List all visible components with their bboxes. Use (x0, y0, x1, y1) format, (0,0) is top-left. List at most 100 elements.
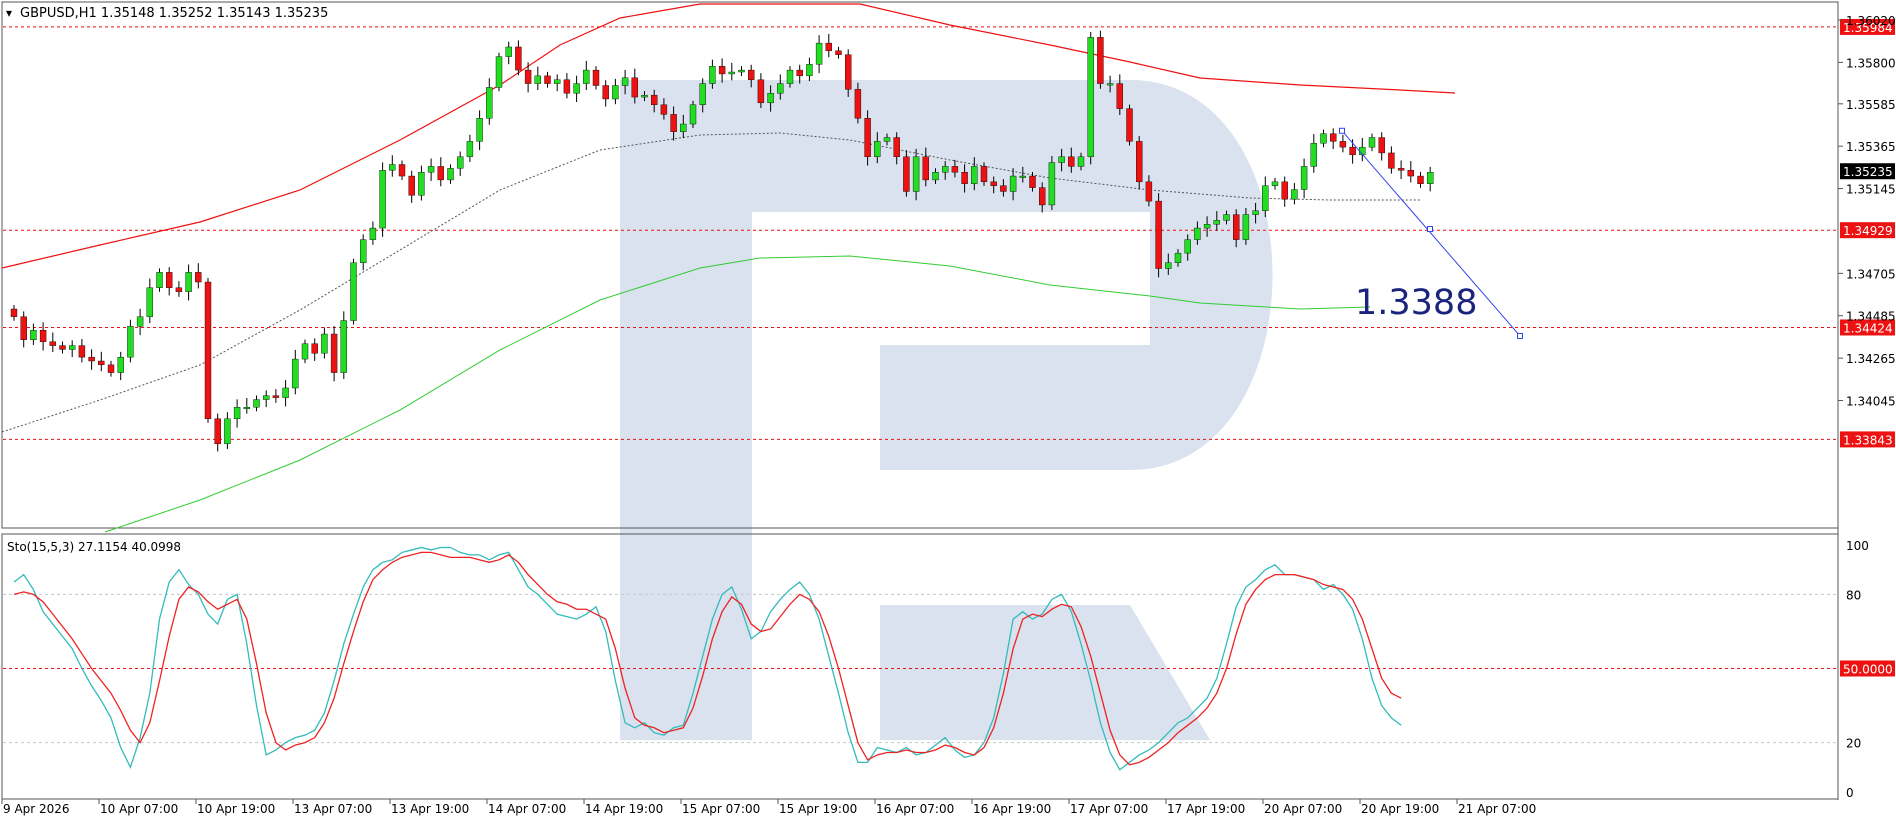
candle-body (360, 239, 367, 263)
stochastic-axis-label: 100 (1846, 539, 1869, 553)
candle-body (1368, 137, 1376, 148)
candle (398, 160, 406, 181)
candle (107, 360, 115, 377)
candle-body (573, 83, 580, 94)
stochastic-axis-label: 50.0000 (1843, 663, 1893, 677)
candle (544, 71, 551, 88)
candle (59, 341, 66, 354)
candle (418, 165, 425, 201)
price-axis-label: 1.35365 (1846, 140, 1896, 154)
candle-body (1184, 239, 1191, 254)
candle-body (563, 79, 571, 94)
candle-body (1339, 141, 1347, 148)
candle (738, 66, 745, 77)
candle-body (146, 287, 154, 317)
forecast-anchor-handle[interactable] (1517, 332, 1523, 339)
candle-body (49, 341, 56, 346)
candle-body (204, 281, 212, 420)
candle (379, 162, 386, 237)
candle-body (631, 77, 638, 98)
candle-body (1271, 181, 1279, 186)
candle-body (796, 69, 803, 77)
candle (292, 349, 299, 395)
candle-body (195, 272, 202, 283)
level-price-label: 1.33843 (1843, 433, 1893, 447)
candle (476, 110, 483, 151)
candle-body (486, 87, 493, 119)
forecast-anchor-handle[interactable] (1339, 127, 1345, 134)
candle-body (292, 358, 299, 389)
candle (689, 100, 697, 129)
candle-body (263, 395, 270, 400)
candle (10, 304, 18, 321)
candle (204, 278, 212, 423)
candle (1135, 136, 1143, 190)
candle-body (495, 56, 503, 88)
candle-body (942, 166, 949, 173)
candle-body (1077, 156, 1085, 167)
candle-body (1038, 187, 1046, 206)
candle (563, 73, 571, 99)
candle-body (1106, 83, 1114, 86)
time-axis-label: 9 Apr 2026 (3, 802, 70, 816)
candle-body (1329, 133, 1337, 142)
candle-body (282, 387, 289, 398)
time-axis-label: 17 Apr 07:00 (1070, 802, 1148, 816)
chart-window[interactable]: ▾ 1.35984 1.34929 1.34424 1.33843 1.36020 1.35… (0, 0, 1896, 820)
time-axis-label: 15 Apr 19:00 (779, 802, 857, 816)
candle-body (243, 407, 251, 409)
candle-body (757, 79, 765, 104)
candle (505, 41, 512, 65)
candle-body (214, 418, 221, 445)
candle (78, 338, 86, 363)
candle (330, 326, 338, 382)
candle-body (1029, 175, 1036, 188)
candle-body (883, 137, 891, 142)
candle-body (1048, 162, 1056, 206)
candle (554, 74, 561, 92)
candle (301, 339, 309, 364)
candle-body (1262, 185, 1269, 211)
candle-body (1165, 262, 1172, 269)
stochastic-axis-label: 80 (1846, 588, 1861, 602)
candle-body (534, 75, 541, 84)
candle-body (971, 166, 978, 184)
price-axis-label: 1.35585 (1846, 98, 1896, 112)
candle-body (1135, 141, 1143, 183)
candle-body (845, 54, 852, 90)
candle (88, 349, 95, 370)
candle (437, 157, 444, 187)
candle-body (1145, 181, 1153, 202)
candle-body (311, 343, 318, 354)
candle (1300, 158, 1308, 199)
candle-body (515, 46, 522, 71)
candle-body (1019, 175, 1026, 178)
candle (1310, 134, 1318, 173)
candle-body (903, 156, 910, 192)
candle-body (30, 329, 37, 341)
candle (214, 413, 221, 452)
candle (263, 390, 270, 408)
candle (1281, 176, 1288, 207)
candle-body (961, 171, 968, 184)
candle-body (602, 85, 609, 100)
symbol-menu-icon[interactable]: ▾ (6, 6, 12, 20)
candle-body (738, 69, 745, 73)
candle (534, 66, 541, 90)
candle-body (1213, 220, 1221, 225)
candle-body (670, 114, 677, 132)
candle-body (815, 42, 823, 65)
candle (272, 389, 280, 403)
candle-body (1126, 108, 1133, 142)
candle-body (330, 333, 338, 373)
price-axis-label: 1.36020 (1846, 14, 1896, 28)
time-axis-label: 16 Apr 19:00 (973, 802, 1051, 816)
candle-body (1397, 168, 1405, 171)
candle-body (350, 262, 357, 321)
candle-body (418, 171, 425, 196)
candle-body (156, 272, 163, 288)
candle-body (641, 94, 648, 98)
candle-body (59, 345, 66, 350)
candle-body (1116, 83, 1124, 109)
forecast-anchor-handle[interactable] (1427, 226, 1433, 233)
